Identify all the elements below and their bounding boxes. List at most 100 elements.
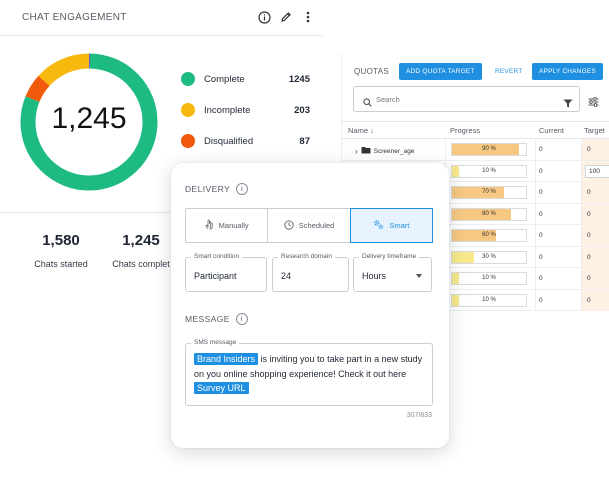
header-label: Name (348, 126, 369, 135)
hand-icon (205, 219, 214, 232)
progress-bar: 80 % (451, 207, 527, 221)
progress-cell: 70 % (445, 182, 536, 203)
target-value[interactable]: 0 (587, 232, 591, 239)
target-value[interactable]: 0 (587, 146, 591, 153)
current-value: 0 (539, 189, 543, 196)
legend-count: 203 (294, 105, 310, 116)
progress-cell: 80 % (445, 203, 536, 225)
clock-icon (284, 219, 294, 232)
edit-pencil-icon[interactable] (279, 10, 293, 24)
option-label: Smart (389, 221, 410, 230)
message-heading-label: MESSAGE (185, 314, 230, 324)
legend-count: 1245 (288, 74, 310, 85)
progress-bar: 90 % (451, 143, 527, 156)
progress-bar: 30 % (451, 250, 527, 264)
target-cell: 0 (581, 182, 609, 203)
current-value: 0 (539, 232, 543, 239)
delivery-mode-selector: Manually Scheduled Smart (185, 208, 433, 243)
survey-url-token[interactable]: Survey URL (194, 382, 249, 394)
legend-label: Complete (204, 74, 245, 85)
progress-cell: 60 % (445, 225, 536, 246)
search-input[interactable] (376, 92, 556, 107)
message-heading: MESSAGE i (185, 313, 248, 325)
stat-value: 1,245 (122, 232, 160, 249)
research-domain-field[interactable]: Research domain 24 (272, 253, 349, 292)
quota-name: Screener_age (373, 147, 415, 155)
apply-changes-button[interactable]: APPLY CHANGES (532, 63, 603, 80)
delivery-option-scheduled[interactable]: Scheduled (268, 209, 351, 242)
target-value[interactable]: 0 (587, 297, 591, 304)
more-vertical-icon[interactable] (301, 10, 315, 24)
column-name-header[interactable]: Name ↓ (348, 126, 374, 135)
table-header: Name ↓ Progress Current Target (342, 121, 609, 139)
stat-label: Chats complet (112, 259, 170, 269)
info-icon[interactable]: i (235, 313, 248, 325)
progress-cell: 10 % (445, 289, 536, 311)
field-label: Delivery timeframe (359, 253, 420, 260)
field-value: 24 (281, 271, 292, 281)
legend-label: Disqualified (204, 136, 254, 147)
delivery-option-smart[interactable]: Smart (349, 208, 433, 243)
current-value: 0 (539, 210, 543, 218)
legend-label: Incomplete (204, 105, 251, 116)
progress-cell: 10 % (445, 268, 536, 289)
sms-message-textarea[interactable]: SMS message Brand Insiders is inviting y… (185, 339, 433, 406)
progress-cell: 90 % (445, 139, 536, 160)
progress-label: 80 % (482, 210, 496, 217)
legend-item-disqualified: Disqualified 87 (181, 133, 321, 164)
progress-bar: 10 % (451, 293, 527, 307)
legend-dot-disqualified (181, 134, 195, 148)
target-cell: 0 (581, 268, 609, 289)
search-icon (363, 94, 372, 112)
legend-item-incomplete: Incomplete 203 (181, 102, 321, 133)
sort-arrow-icon: ↓ (370, 126, 374, 135)
info-icon[interactable]: i (236, 183, 249, 195)
current-value: 0 (539, 146, 543, 153)
stat-label: Chats started (34, 259, 88, 269)
current-value: 0 (539, 253, 543, 261)
target-value[interactable]: 0 (587, 275, 591, 282)
target-cell: 0 (581, 203, 609, 225)
gears-icon (373, 219, 384, 232)
chevron-right-icon[interactable]: › (355, 147, 358, 156)
current-value: 0 (539, 275, 543, 282)
progress-label: 70 % (482, 189, 496, 195)
revert-button[interactable]: REVERT (495, 63, 522, 80)
target-cell: 0 (581, 139, 609, 160)
column-target-header: Target (584, 126, 605, 135)
legend-item-complete: Complete 1245 (181, 71, 321, 102)
target-value[interactable]: 0 (587, 211, 591, 218)
folder-icon (361, 146, 371, 156)
add-quota-target-button[interactable]: ADD QUOTA TARGET (399, 63, 482, 80)
quota-row[interactable]: › Screener_age 90 % 0 0 (342, 139, 609, 161)
progress-cell: 10 % (445, 160, 536, 182)
field-label: Smart condition (191, 253, 243, 260)
chat-engagement-header: CHAT ENGAGEMENT (0, 0, 323, 36)
target-value[interactable]: 0 (587, 254, 591, 261)
progress-bar: 10 % (451, 164, 527, 178)
engagement-legend: Complete 1245 Incomplete 203 Disqualifie… (181, 71, 321, 164)
progress-bar: 60 % (451, 229, 527, 242)
target-value[interactable]: 0 (587, 189, 591, 196)
option-label: Manually (218, 221, 249, 230)
stat-chats-started: 1,580 Chats started (30, 232, 92, 269)
target-cell: 0 (581, 225, 609, 246)
delivery-timeframe-select[interactable]: Delivery timeframe Hours (353, 253, 432, 292)
delivery-card: DELIVERY i Manually Scheduled Smart Smar… (171, 163, 449, 448)
current-value: 0 (539, 167, 543, 175)
brand-insiders-token[interactable]: Brand Insiders (194, 353, 259, 365)
legend-dot-incomplete (181, 103, 195, 117)
info-icon[interactable] (257, 10, 271, 24)
legend-count: 87 (299, 136, 310, 147)
quota-search-field[interactable] (353, 86, 580, 112)
smart-condition-field[interactable]: Smart condition Participant (185, 253, 267, 292)
chevron-down-icon (416, 274, 422, 278)
field-label: Research domain (278, 253, 335, 260)
filter-icon[interactable] (563, 95, 573, 113)
field-label: SMS message (191, 339, 240, 346)
column-current-header: Current (539, 126, 565, 135)
column-settings-icon[interactable] (588, 94, 599, 112)
target-input[interactable]: 100 (585, 164, 609, 178)
delivery-option-manually[interactable]: Manually (186, 209, 269, 242)
target-cell: 0 (581, 289, 609, 311)
